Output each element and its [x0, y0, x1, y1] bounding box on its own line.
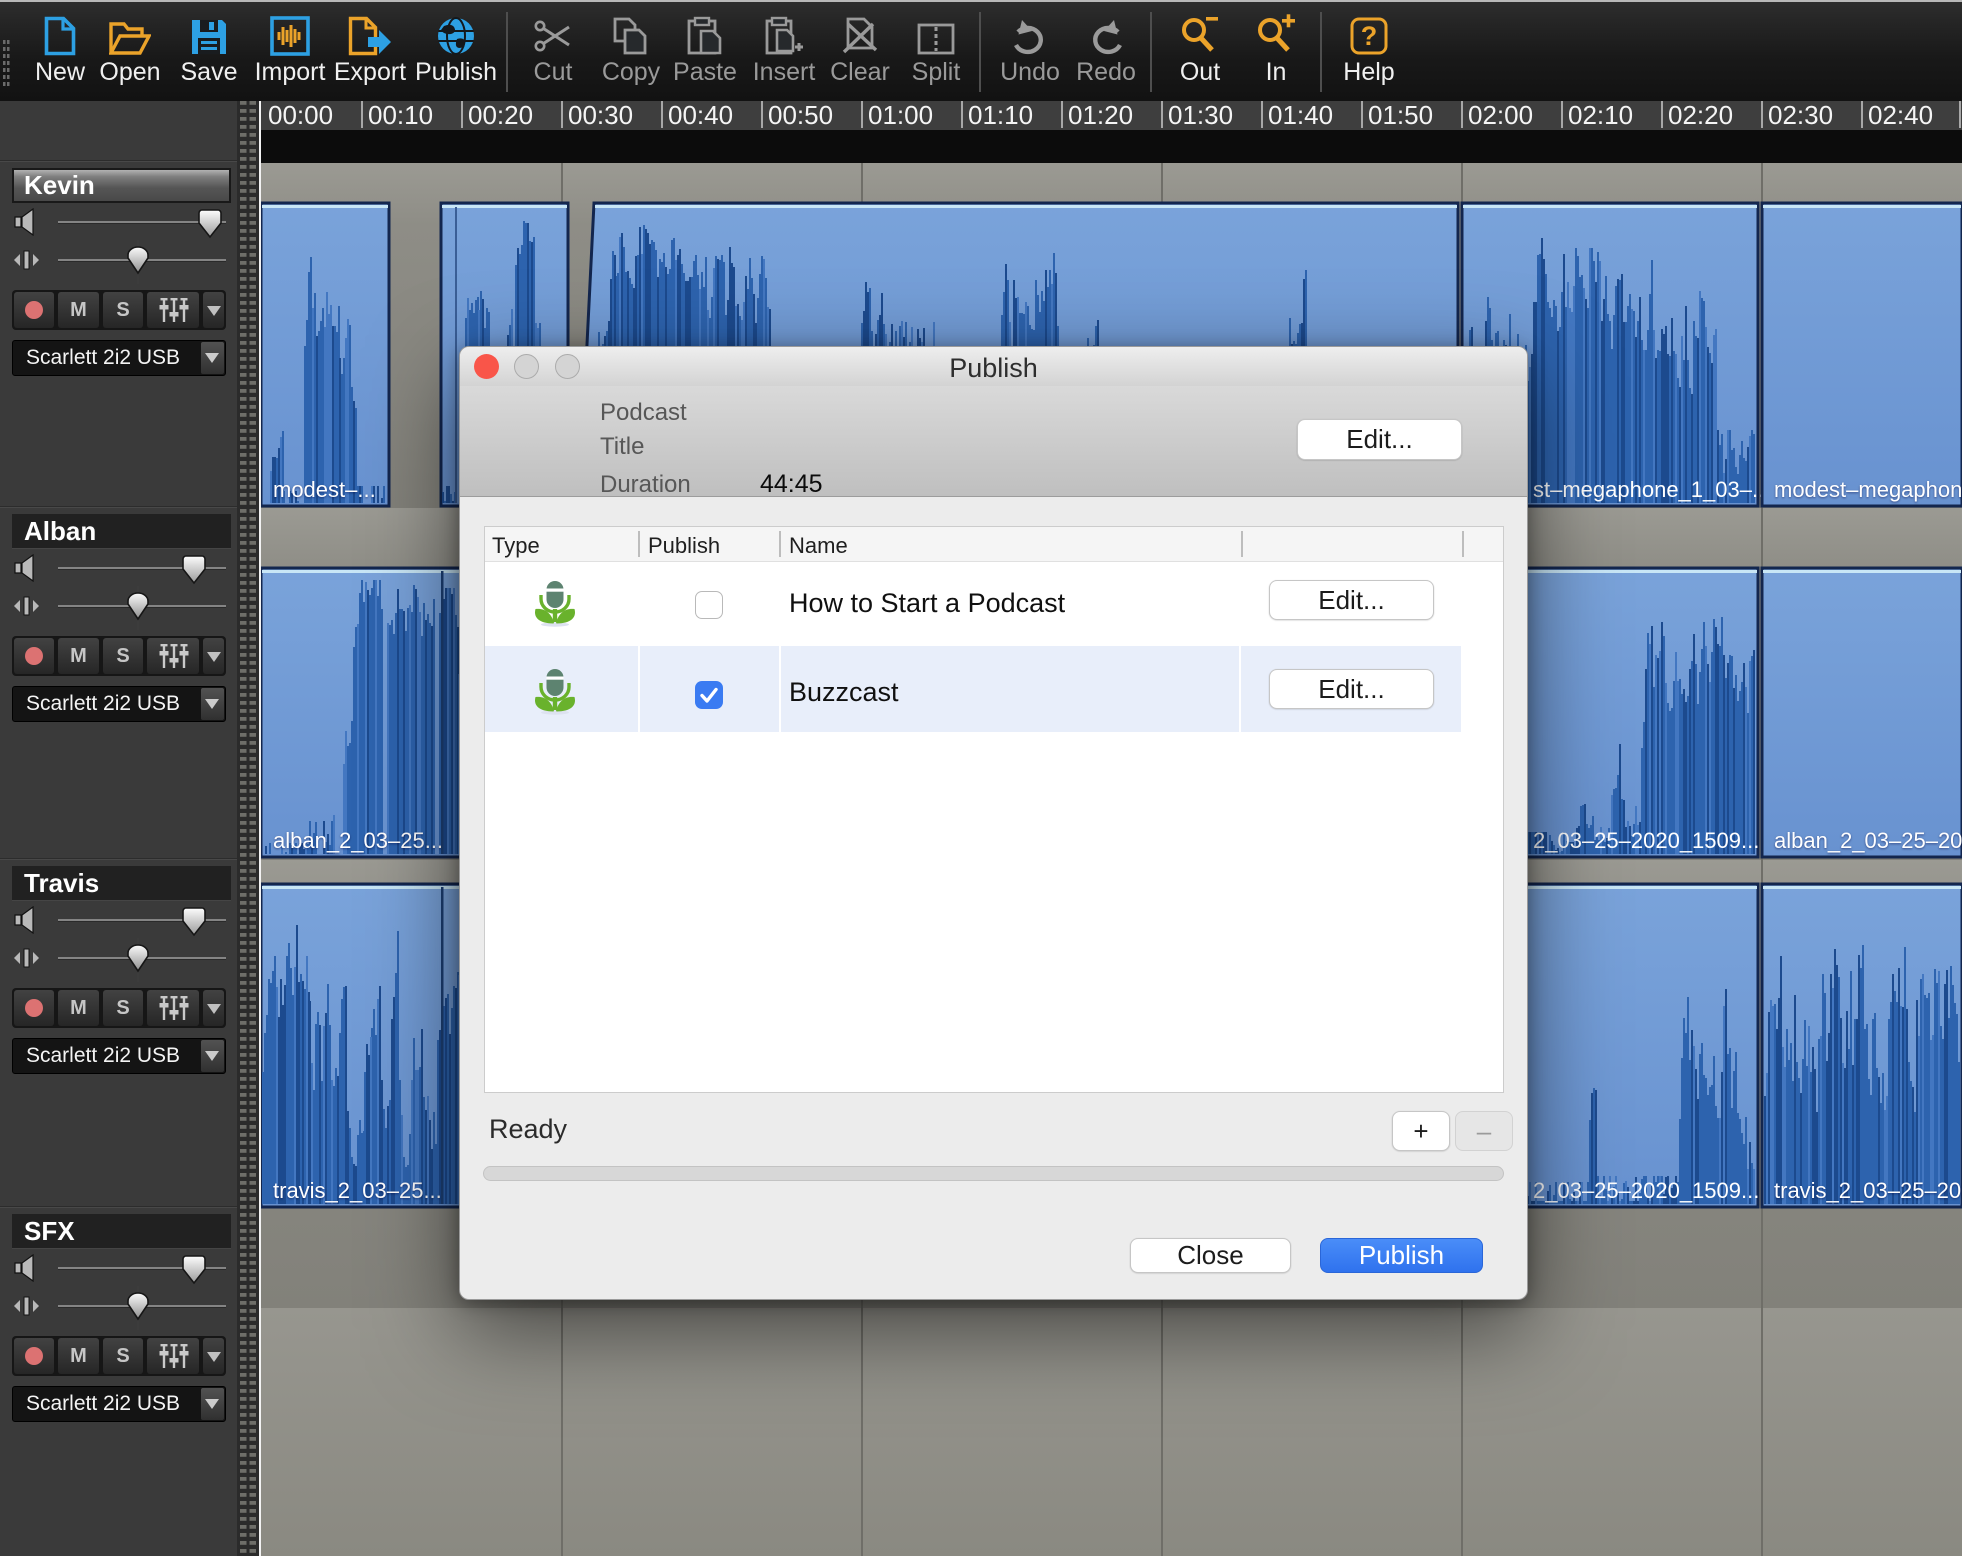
svg-text:travis_2_03–25...: travis_2_03–25...	[273, 1178, 442, 1203]
svg-text:modest–megaphon: modest–megaphon	[1774, 477, 1962, 502]
svg-text:alban_2_03–25...: alban_2_03–25...	[273, 828, 443, 853]
svg-text:2_03–25–2020_1509...: 2_03–25–2020_1509...	[1533, 1178, 1759, 1203]
svg-text:travis_2_03–25–20: travis_2_03–25–20	[1774, 1178, 1961, 1203]
svg-text:?: ?	[1361, 21, 1378, 51]
svg-text:alban_2_03–25–20: alban_2_03–25–20	[1774, 828, 1962, 853]
svg-text:modest–...: modest–...	[273, 477, 376, 502]
svg-text:2_03–25–2020_1509...: 2_03–25–2020_1509...	[1533, 828, 1759, 853]
svg-text:st–megaphone_1_03–...: st–megaphone_1_03–...	[1533, 477, 1770, 502]
